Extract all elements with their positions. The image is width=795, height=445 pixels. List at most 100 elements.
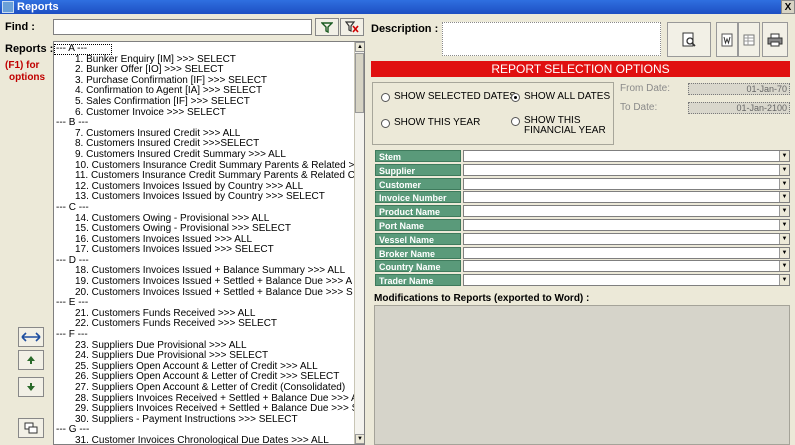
reports-list-rows: --- A --- 1. Bunker Enquiry [IM] >>> SELE… — [54, 42, 354, 444]
list-item[interactable]: 30. Suppliers - Payment Instructions >>>… — [54, 414, 354, 426]
filter-label: Vessel Name — [375, 232, 461, 245]
print-button[interactable] — [762, 22, 788, 57]
filter-dropdown[interactable]: ▼ — [463, 246, 790, 259]
f1-options-hint: (F1) for options — [5, 60, 46, 83]
from-date-field: 01-Jan-70 — [688, 83, 790, 95]
filter-row: Customer ▼ — [375, 177, 790, 190]
modifications-label: Modifications to Reports (exported to Wo… — [374, 293, 590, 304]
printer-icon — [767, 33, 783, 46]
chevron-down-icon[interactable]: ▼ — [779, 220, 789, 230]
filter-label: Port Name — [375, 219, 461, 231]
print-preview-button[interactable] — [667, 22, 711, 57]
radio-show-financial-year[interactable]: SHOW THIS FINANCIAL YEAR — [511, 116, 606, 136]
filter-row: Supplier ▼ — [375, 163, 790, 176]
chevron-down-icon[interactable]: ▼ — [779, 192, 789, 203]
windows-button[interactable] — [18, 418, 44, 438]
radio-indicator — [381, 93, 390, 102]
description-label: Description : — [371, 23, 439, 35]
from-date-label: From Date: — [620, 83, 671, 94]
chevron-down-icon[interactable]: ▼ — [779, 164, 789, 175]
list-item[interactable]: 6. Customer Invoice >>> SELECT — [54, 107, 354, 119]
chevron-down-icon[interactable]: ▼ — [779, 233, 789, 244]
list-item[interactable]: 5. Sales Confirmation [IF] >>> SELECT — [54, 96, 354, 108]
filter-dropdown[interactable]: ▼ — [463, 205, 790, 218]
chevron-down-icon[interactable]: ▼ — [779, 151, 789, 161]
filter-dropdown[interactable]: ▼ — [463, 191, 790, 204]
spreadsheet-icon — [743, 34, 755, 45]
modifications-textarea[interactable] — [374, 305, 790, 445]
date-range-options: SHOW SELECTED DATES SHOW ALL DATES SHOW … — [372, 82, 614, 145]
chevron-down-icon[interactable]: ▼ — [779, 275, 789, 286]
filter-dropdown[interactable]: ▼ — [463, 274, 790, 287]
filter-dropdown[interactable]: ▼ — [463, 150, 790, 162]
filter-dropdown[interactable]: ▼ — [463, 260, 790, 273]
radio-show-this-year[interactable]: SHOW THIS YEAR — [381, 118, 480, 128]
scroll-up-arrow[interactable]: ▲ — [355, 42, 364, 52]
window-title-bar: Reports X — [0, 0, 795, 14]
filter-dropdown[interactable]: ▼ — [463, 232, 790, 245]
filter-row: Stem ▼ — [375, 150, 790, 162]
scroll-down-arrow[interactable]: ▼ — [355, 434, 364, 444]
arrow-up-icon — [27, 356, 35, 364]
filter-label: Invoice Number — [375, 191, 461, 204]
reports-list[interactable]: --- A --- 1. Bunker Enquiry [IM] >>> SELE… — [53, 41, 365, 445]
list-item[interactable]: 31. Customer Invoices Chronological Due … — [54, 435, 354, 444]
list-group-header[interactable]: --- A --- — [54, 43, 112, 55]
app-icon — [2, 1, 14, 13]
move-down-button[interactable] — [18, 377, 44, 397]
filter-label: Country Name — [375, 260, 461, 273]
word-export-button[interactable] — [716, 22, 738, 57]
windows-icon — [24, 422, 38, 434]
window-title: Reports — [17, 1, 59, 13]
arrow-down-icon — [27, 383, 35, 391]
description-field[interactable] — [442, 22, 661, 56]
filter-row: Country Name ▼ — [375, 260, 790, 273]
scroll-thumb[interactable] — [355, 53, 364, 113]
word-export-icon — [721, 33, 733, 46]
list-item[interactable]: 17. Customers Invoices Issued >>> SELECT — [54, 245, 354, 256]
filter-dropdown[interactable]: ▼ — [463, 177, 790, 190]
print-preview-icon — [682, 32, 696, 47]
chevron-down-icon[interactable]: ▼ — [779, 261, 789, 272]
filter-label: Stem — [375, 150, 461, 162]
filter-label: Trader Name — [375, 274, 461, 287]
clear-filter-button[interactable] — [340, 18, 364, 36]
to-date-label: To Date: — [620, 102, 658, 113]
filter-row: Invoice Number ▼ — [375, 191, 790, 204]
list-item[interactable]: 27. Suppliers Open Account & Letter of C… — [54, 382, 354, 394]
filter-label: Supplier — [375, 163, 461, 176]
radio-show-selected-dates[interactable]: SHOW SELECTED DATES — [381, 92, 516, 102]
list-item[interactable]: 20. Customers Invoices Issued + Settled … — [54, 287, 354, 299]
report-selection-banner: REPORT SELECTION OPTIONS — [371, 61, 790, 77]
filter-row: Trader Name ▼ — [375, 274, 790, 287]
filter-dropdown[interactable]: ▼ — [463, 163, 790, 176]
funnel-icon — [321, 21, 333, 33]
spreadsheet-button[interactable] — [738, 22, 760, 57]
expand-list-button[interactable] — [18, 327, 44, 347]
list-item[interactable]: 9. Customers Insured Credit Summary >>> … — [54, 149, 354, 161]
chevron-down-icon[interactable]: ▼ — [779, 247, 789, 258]
chevron-down-icon[interactable]: ▼ — [779, 178, 789, 189]
filter-dropdown[interactable]: ▼ — [463, 219, 790, 231]
list-group-header[interactable]: --- C --- — [54, 202, 354, 214]
filter-row: Port Name ▼ — [375, 219, 790, 231]
funnel-clear-icon — [345, 21, 359, 33]
filter-row: Product Name ▼ — [375, 205, 790, 218]
radio-show-all-dates[interactable]: SHOW ALL DATES — [511, 92, 610, 102]
filter-label: Customer — [375, 177, 461, 190]
reports-list-scrollbar[interactable]: ▲ ▼ — [354, 42, 364, 444]
filter-button[interactable] — [315, 18, 339, 36]
filter-row: Vessel Name ▼ — [375, 232, 790, 245]
filter-row: Broker Name ▼ — [375, 246, 790, 259]
list-item[interactable]: 13. Customers Invoices Issued by Country… — [54, 192, 354, 203]
find-input[interactable] — [53, 19, 312, 35]
close-button[interactable]: X — [781, 0, 795, 14]
move-up-button[interactable] — [18, 350, 44, 370]
filter-label: Product Name — [375, 205, 461, 218]
to-date-field: 01-Jan-2100 — [688, 102, 790, 114]
chevron-down-icon[interactable]: ▼ — [779, 206, 789, 217]
radio-indicator — [381, 119, 390, 128]
reports-label: Reports : — [5, 43, 54, 55]
find-label: Find : — [5, 21, 35, 33]
list-item[interactable]: 22. Customers Funds Received >>> SELECT — [54, 319, 354, 330]
